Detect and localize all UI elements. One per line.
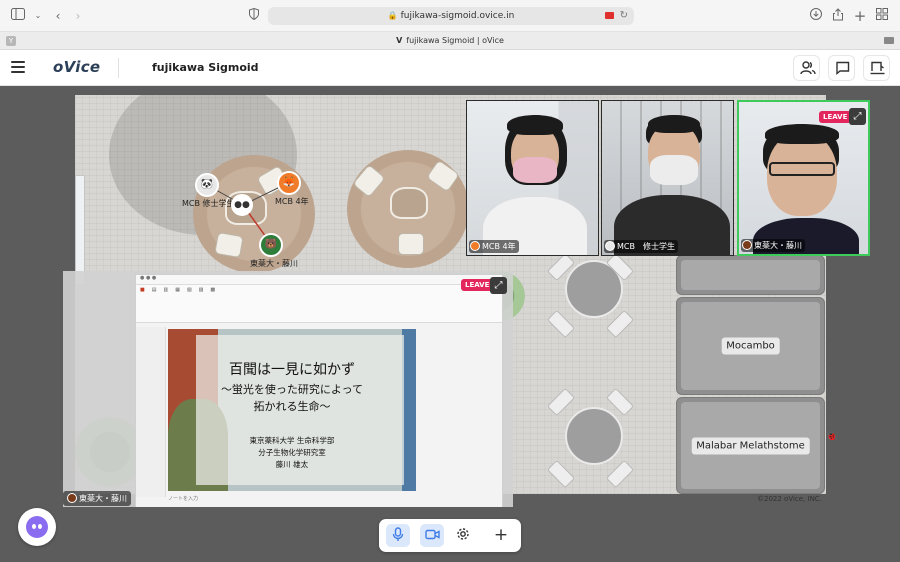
tab-title-brand: fujikawa Sigmoid bbox=[406, 36, 475, 45]
download-icon[interactable] bbox=[808, 8, 824, 24]
address-bar[interactable]: 🔒 fujikawa-sigmoid.ovice.in ↻ bbox=[268, 7, 634, 25]
slide-title: 百聞は一見に如かず bbox=[229, 362, 355, 378]
url-text: fujikawa-sigmoid.ovice.in bbox=[400, 11, 515, 21]
recording-icon bbox=[605, 12, 614, 19]
media-toolbar: + bbox=[379, 519, 521, 552]
expand-icon[interactable]: ⤢ bbox=[849, 108, 866, 125]
tab-title-rest: | oVice bbox=[476, 36, 504, 45]
lock-icon: 🔒 bbox=[387, 11, 398, 20]
camera-indicator-icon bbox=[884, 37, 894, 44]
armchair bbox=[398, 233, 424, 255]
tab-active[interactable]: Vfujikawa Sigmoid | oVice bbox=[0, 32, 900, 50]
presenter-name: 東薬大・藤川 bbox=[79, 494, 127, 503]
browser-toolbar: ⌄ ‹ › 🔒 fujikawa-sigmoid.ovice.in ↻ + bbox=[0, 0, 900, 32]
chat-icon bbox=[836, 61, 850, 75]
reload-icon[interactable]: ↻ bbox=[620, 7, 628, 25]
board-icon bbox=[870, 61, 885, 75]
booth-malabar[interactable]: Malabar Melathstome bbox=[676, 397, 825, 494]
tab-favicon-icon: V bbox=[396, 36, 403, 45]
plus-button[interactable]: + bbox=[489, 524, 513, 547]
slide-thumbnails bbox=[136, 327, 166, 497]
slide: 百聞は一見に如かず 〜蛍光を使った研究によって 拓かれる生命〜 東京薬科大学 生… bbox=[168, 329, 416, 491]
bug-icon[interactable]: 🐞 bbox=[826, 432, 837, 442]
ovice-logo: oVice bbox=[53, 58, 101, 76]
coffee-table bbox=[390, 187, 428, 219]
sidebar-toggle-icon[interactable] bbox=[10, 8, 26, 24]
back-icon[interactable]: ‹ bbox=[50, 8, 66, 24]
video-tile[interactable]: MCB 修士学生 bbox=[601, 100, 734, 256]
app-header: oVice fujikawa Sigmoid bbox=[0, 50, 900, 86]
microphone-icon bbox=[392, 527, 404, 541]
video-tile-active[interactable]: LEAVE ⤢ 東薬大・藤川 bbox=[737, 100, 870, 256]
booth-label: Malabar Melathstome bbox=[691, 437, 810, 454]
avatar[interactable]: 🐻 bbox=[259, 233, 283, 257]
video-name: 東薬大・藤川 bbox=[754, 241, 802, 250]
board-button[interactable] bbox=[863, 55, 890, 81]
chevron-down-icon[interactable]: ⌄ bbox=[30, 8, 46, 24]
video-name: MCB 修士学生 bbox=[617, 242, 675, 251]
share-name-tag: 東薬大・藤川 bbox=[63, 491, 131, 506]
expand-icon[interactable]: ⤢ bbox=[490, 277, 507, 294]
forward-icon[interactable]: › bbox=[70, 8, 86, 24]
tab-overview-icon[interactable] bbox=[874, 8, 890, 24]
settings-icon bbox=[457, 528, 469, 540]
armchair bbox=[214, 231, 244, 259]
new-tab-icon[interactable]: + bbox=[852, 8, 868, 24]
slide-subtitle: 〜蛍光を使った研究によって 拓かれる生命〜 bbox=[168, 381, 416, 415]
video-name: MCB 4年 bbox=[482, 242, 516, 251]
slide-lab: 分子生物化学研究室 bbox=[258, 448, 326, 457]
window bbox=[75, 175, 85, 285]
slide-author: 東京薬科大学 生命科学部 分子生物化学研究室 藤川 雄太 bbox=[168, 435, 416, 471]
menu-icon[interactable] bbox=[11, 61, 25, 73]
copyright: ©2022 oVice, INC. bbox=[757, 495, 822, 503]
ppt-titlebar: ● ● ● bbox=[136, 275, 502, 285]
settings-button[interactable] bbox=[451, 524, 475, 547]
camera-button[interactable] bbox=[420, 524, 444, 547]
chair bbox=[605, 309, 635, 339]
avatar[interactable]: 🐼 bbox=[195, 173, 219, 197]
share-icon[interactable] bbox=[830, 8, 846, 24]
space-name: fujikawa Sigmoid bbox=[152, 61, 259, 74]
shared-presentation: ● ● ● ■ ▤ ▥ ▦ ▧ ▨ ▩ 百聞は一見に如かず 〜蛍光を使った研究によって 拓か… bbox=[135, 274, 503, 507]
screen-share[interactable]: ● ● ● ■ ▤ ▥ ▦ ▧ ▨ ▩ 百聞は一見に如かず 〜蛍光を使った研究によって 拓か… bbox=[63, 271, 513, 507]
booth-mocambo[interactable]: Mocambo bbox=[676, 297, 825, 395]
tab-bar: Y Vfujikawa Sigmoid | oVice bbox=[0, 32, 900, 50]
avatar[interactable]: 🦊 bbox=[277, 171, 301, 195]
group-icon[interactable]: ●● bbox=[231, 194, 253, 216]
video-name-tag: 東薬大・藤川 bbox=[741, 239, 805, 252]
slide-affiliation: 東京薬科大学 生命科学部 bbox=[249, 436, 335, 445]
shield-icon[interactable] bbox=[246, 7, 262, 24]
camera-icon bbox=[424, 529, 440, 540]
avatar-label: MCB 修士学生 bbox=[182, 199, 235, 208]
slide-subtitle-line2: 拓かれる生命〜 bbox=[253, 400, 331, 413]
round-table bbox=[565, 407, 623, 465]
avatar-label: 東薬大・藤川 bbox=[250, 259, 298, 268]
members-button[interactable] bbox=[793, 55, 820, 81]
chair bbox=[546, 459, 576, 489]
members-icon bbox=[800, 61, 816, 75]
slide-name: 藤川 雄太 bbox=[275, 460, 309, 469]
avatar-label: MCB 4年 bbox=[275, 197, 309, 206]
assistant-icon bbox=[26, 516, 48, 538]
leave-button[interactable]: LEAVE bbox=[819, 111, 852, 123]
chair bbox=[546, 309, 576, 339]
booth-top[interactable] bbox=[676, 255, 825, 295]
assistant-button[interactable] bbox=[18, 508, 56, 546]
header-divider bbox=[118, 58, 119, 78]
chair bbox=[605, 459, 635, 489]
leave-button[interactable]: LEAVE bbox=[461, 279, 494, 291]
microphone-button[interactable] bbox=[386, 524, 410, 547]
ppt-ribbon: ■ ▤ ▥ ▦ ▧ ▨ ▩ bbox=[136, 285, 502, 323]
chair bbox=[546, 387, 576, 417]
notes-area: ノートを入力 bbox=[168, 496, 199, 502]
video-tile[interactable]: MCB 4年 bbox=[466, 100, 599, 256]
plus-icon: + bbox=[493, 525, 509, 545]
video-name-tag: MCB 修士学生 bbox=[604, 240, 678, 253]
chat-button[interactable] bbox=[828, 55, 855, 81]
slide-subtitle-line1: 〜蛍光を使った研究によって bbox=[220, 383, 364, 396]
booth-label: Mocambo bbox=[721, 337, 780, 355]
video-name-tag: MCB 4年 bbox=[469, 240, 519, 253]
